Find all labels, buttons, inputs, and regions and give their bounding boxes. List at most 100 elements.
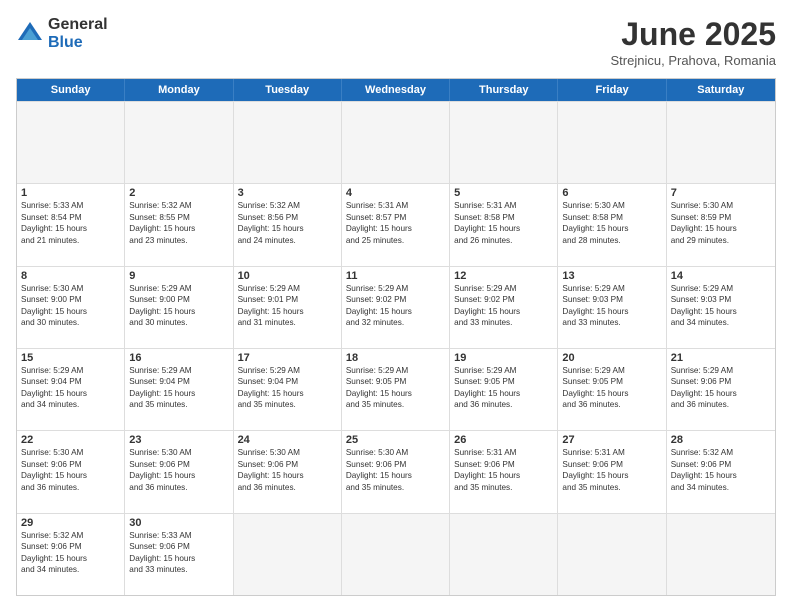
cal-cell-w5-d3	[342, 514, 450, 595]
cal-cell-w1-d1: 2Sunrise: 5:32 AMSunset: 8:55 PMDaylight…	[125, 184, 233, 265]
cell-info-line: Sunset: 8:58 PM	[454, 212, 553, 223]
cell-info-line: Sunset: 9:06 PM	[671, 376, 771, 387]
cell-info-line: Sunset: 8:54 PM	[21, 212, 120, 223]
cal-cell-w1-d5: 6Sunrise: 5:30 AMSunset: 8:58 PMDaylight…	[558, 184, 666, 265]
cell-info-line: Sunset: 8:55 PM	[129, 212, 228, 223]
day-number: 22	[21, 434, 120, 446]
cell-info-line: Sunset: 9:04 PM	[129, 376, 228, 387]
cell-info-line: Sunset: 8:56 PM	[238, 212, 337, 223]
cell-info-line: Sunrise: 5:30 AM	[346, 447, 445, 458]
cell-info-line: Sunrise: 5:29 AM	[238, 365, 337, 376]
cal-cell-w1-d6: 7Sunrise: 5:30 AMSunset: 8:59 PMDaylight…	[667, 184, 775, 265]
cell-info-line: Sunset: 9:02 PM	[346, 294, 445, 305]
cell-info-line: and 35 minutes.	[129, 399, 228, 410]
cell-info-line: Sunset: 9:04 PM	[21, 376, 120, 387]
cell-info-line: Sunrise: 5:31 AM	[454, 200, 553, 211]
cal-cell-w4-d0: 22Sunrise: 5:30 AMSunset: 9:06 PMDayligh…	[17, 431, 125, 512]
cal-week-2: 8Sunrise: 5:30 AMSunset: 9:00 PMDaylight…	[17, 266, 775, 348]
cell-info-line: and 35 minutes.	[346, 399, 445, 410]
cell-info-line: Sunrise: 5:29 AM	[346, 283, 445, 294]
header-monday: Monday	[125, 79, 233, 101]
day-number: 17	[238, 352, 337, 364]
cell-info-line: Sunrise: 5:30 AM	[238, 447, 337, 458]
cell-info-line: Daylight: 15 hours	[238, 388, 337, 399]
logo-general: General	[48, 16, 108, 34]
cell-info-line: Daylight: 15 hours	[129, 470, 228, 481]
cal-cell-w3-d1: 16Sunrise: 5:29 AMSunset: 9:04 PMDayligh…	[125, 349, 233, 430]
cell-info-line: Sunrise: 5:30 AM	[21, 283, 120, 294]
cal-cell-w5-d2	[234, 514, 342, 595]
month-title: June 2025	[611, 16, 776, 53]
cell-info-line: and 30 minutes.	[129, 317, 228, 328]
day-number: 8	[21, 270, 120, 282]
cal-cell-w3-d6: 21Sunrise: 5:29 AMSunset: 9:06 PMDayligh…	[667, 349, 775, 430]
cell-info-line: Daylight: 15 hours	[21, 470, 120, 481]
logo-icon	[16, 20, 44, 48]
cal-week-1: 1Sunrise: 5:33 AMSunset: 8:54 PM Daylight…	[17, 183, 775, 265]
day-number: 18	[346, 352, 445, 364]
cal-cell-w5-d0: 29Sunrise: 5:32 AMSunset: 9:06 PMDayligh…	[17, 514, 125, 595]
cell-info-line: Daylight: 15 hours	[21, 306, 120, 317]
cell-info-line: Sunset: 9:03 PM	[671, 294, 771, 305]
cell-info-line: and 34 minutes.	[671, 482, 771, 493]
day-number: 11	[346, 270, 445, 282]
cal-cell-w4-d3: 25Sunrise: 5:30 AMSunset: 9:06 PMDayligh…	[342, 431, 450, 512]
cell-info-line: and 28 minutes.	[562, 235, 661, 246]
cell-info-line: Daylight: 15 hours	[454, 223, 553, 234]
cell-info-line: Daylight: 15 hours	[129, 223, 228, 234]
cell-info-line: and 21 minutes.	[21, 235, 120, 246]
cal-cell-w0-d1	[125, 102, 233, 183]
cell-info-line: Sunset: 9:06 PM	[21, 459, 120, 470]
cell-info-line: Sunset: 9:04 PM	[238, 376, 337, 387]
cell-info-line: Sunset: 8:57 PM	[346, 212, 445, 223]
cell-info-line: Daylight: 15 hours	[671, 223, 771, 234]
cal-cell-w0-d3	[342, 102, 450, 183]
cal-cell-w0-d5	[558, 102, 666, 183]
calendar: Sunday Monday Tuesday Wednesday Thursday…	[16, 78, 776, 596]
cell-info-line: Daylight: 15 hours	[562, 388, 661, 399]
cell-info-line: and 36 minutes.	[129, 482, 228, 493]
header-friday: Friday	[558, 79, 666, 101]
cal-cell-w2-d1: 9Sunrise: 5:29 AMSunset: 9:00 PMDaylight…	[125, 267, 233, 348]
cell-info-line: Sunrise: 5:32 AM	[21, 530, 120, 541]
cal-cell-w3-d3: 18Sunrise: 5:29 AMSunset: 9:05 PMDayligh…	[342, 349, 450, 430]
cell-info-line: and 34 minutes.	[21, 399, 120, 410]
day-number: 23	[129, 434, 228, 446]
cell-info-line: Daylight: 15 hours	[671, 306, 771, 317]
day-number: 24	[238, 434, 337, 446]
cell-info-line: Sunrise: 5:29 AM	[671, 365, 771, 376]
cell-info-line: Sunrise: 5:29 AM	[129, 283, 228, 294]
cell-info-line: Sunset: 9:05 PM	[346, 376, 445, 387]
day-number: 26	[454, 434, 553, 446]
cell-info-line: Daylight: 15 hours	[562, 223, 661, 234]
cell-info-line: Sunrise: 5:32 AM	[238, 200, 337, 211]
cell-info-line: and 33 minutes.	[562, 317, 661, 328]
cell-info-line: Sunrise: 5:32 AM	[129, 200, 228, 211]
cal-week-0	[17, 101, 775, 183]
day-number: 1	[21, 187, 120, 199]
cell-info-line: Sunset: 9:06 PM	[238, 459, 337, 470]
cell-info-line: Sunset: 9:06 PM	[454, 459, 553, 470]
cal-cell-w5-d5	[558, 514, 666, 595]
header-sunday: Sunday	[17, 79, 125, 101]
cell-info-line: and 32 minutes.	[346, 317, 445, 328]
cell-info-line: and 36 minutes.	[21, 482, 120, 493]
cell-info-line: Sunset: 9:06 PM	[346, 459, 445, 470]
cell-info-line: Sunrise: 5:29 AM	[454, 365, 553, 376]
page: General Blue June 2025 Strejnicu, Prahov…	[0, 0, 792, 612]
cal-week-4: 22Sunrise: 5:30 AMSunset: 9:06 PMDayligh…	[17, 430, 775, 512]
cell-info-line: and 23 minutes.	[129, 235, 228, 246]
cal-cell-w1-d0: 1Sunrise: 5:33 AMSunset: 8:54 PMDaylight…	[17, 184, 125, 265]
cell-info-line: Sunrise: 5:33 AM	[21, 200, 120, 211]
cell-info-line: and 34 minutes.	[21, 564, 120, 575]
cell-info-line: Sunset: 9:06 PM	[21, 541, 120, 552]
cell-info-line: Daylight: 15 hours	[346, 388, 445, 399]
cell-info-line: Daylight: 15 hours	[238, 470, 337, 481]
cal-cell-w4-d5: 27Sunrise: 5:31 AMSunset: 9:06 PMDayligh…	[558, 431, 666, 512]
cell-info-line: and 31 minutes.	[238, 317, 337, 328]
cell-info-line: and 36 minutes.	[454, 399, 553, 410]
day-number: 28	[671, 434, 771, 446]
cell-info-line: Daylight: 15 hours	[346, 470, 445, 481]
cell-info-line: and 26 minutes.	[454, 235, 553, 246]
cal-cell-w5-d4	[450, 514, 558, 595]
